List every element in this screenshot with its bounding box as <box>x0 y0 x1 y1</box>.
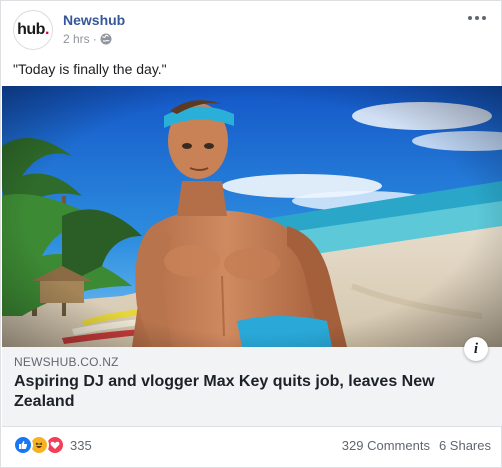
like-icon <box>13 435 33 455</box>
dot <box>468 16 472 20</box>
globe-icon <box>100 33 112 45</box>
more-options-icon[interactable] <box>465 10 489 26</box>
link-headline[interactable]: Aspiring DJ and vlogger Max Key quits jo… <box>14 372 454 412</box>
post-header: hub. Newshub 2 hrs · <box>13 10 491 52</box>
link-preview[interactable]: NEWSHUB.CO.NZ Aspiring DJ and vlogger Ma… <box>2 347 502 427</box>
laugh-glyph <box>35 442 43 448</box>
avatar[interactable]: hub. <box>13 10 53 50</box>
page-name[interactable]: Newshub <box>63 12 125 28</box>
logo-text: hub <box>17 21 45 38</box>
post-footer: 335 329 Comments 6 Shares <box>13 427 491 463</box>
info-icon[interactable]: i <box>464 337 488 361</box>
post-meta: 2 hrs · <box>63 32 112 46</box>
logo-dot: . <box>44 21 49 38</box>
post-card: hub. Newshub 2 hrs · "Today is finally t… <box>0 0 502 468</box>
dot <box>475 16 479 20</box>
reaction-count[interactable]: 335 <box>70 438 92 453</box>
dot <box>482 16 486 20</box>
link-preview-image[interactable] <box>2 86 502 347</box>
thumb-glyph <box>19 441 28 449</box>
link-domain: NEWSHUB.CO.NZ <box>14 355 119 369</box>
meta-separator: · <box>92 32 97 46</box>
shares-count[interactable]: 6 Shares <box>439 438 491 453</box>
post-stats: 329 Comments 6 Shares <box>342 438 491 453</box>
reactions-summary[interactable]: 335 <box>13 435 92 455</box>
newshub-logo: hub. <box>17 21 49 39</box>
comments-count[interactable]: 329 Comments <box>342 438 430 453</box>
heart-glyph <box>50 441 60 449</box>
post-time[interactable]: 2 hrs <box>63 32 90 46</box>
post-text: "Today is finally the day." <box>13 61 167 77</box>
beach-photo <box>2 86 502 347</box>
